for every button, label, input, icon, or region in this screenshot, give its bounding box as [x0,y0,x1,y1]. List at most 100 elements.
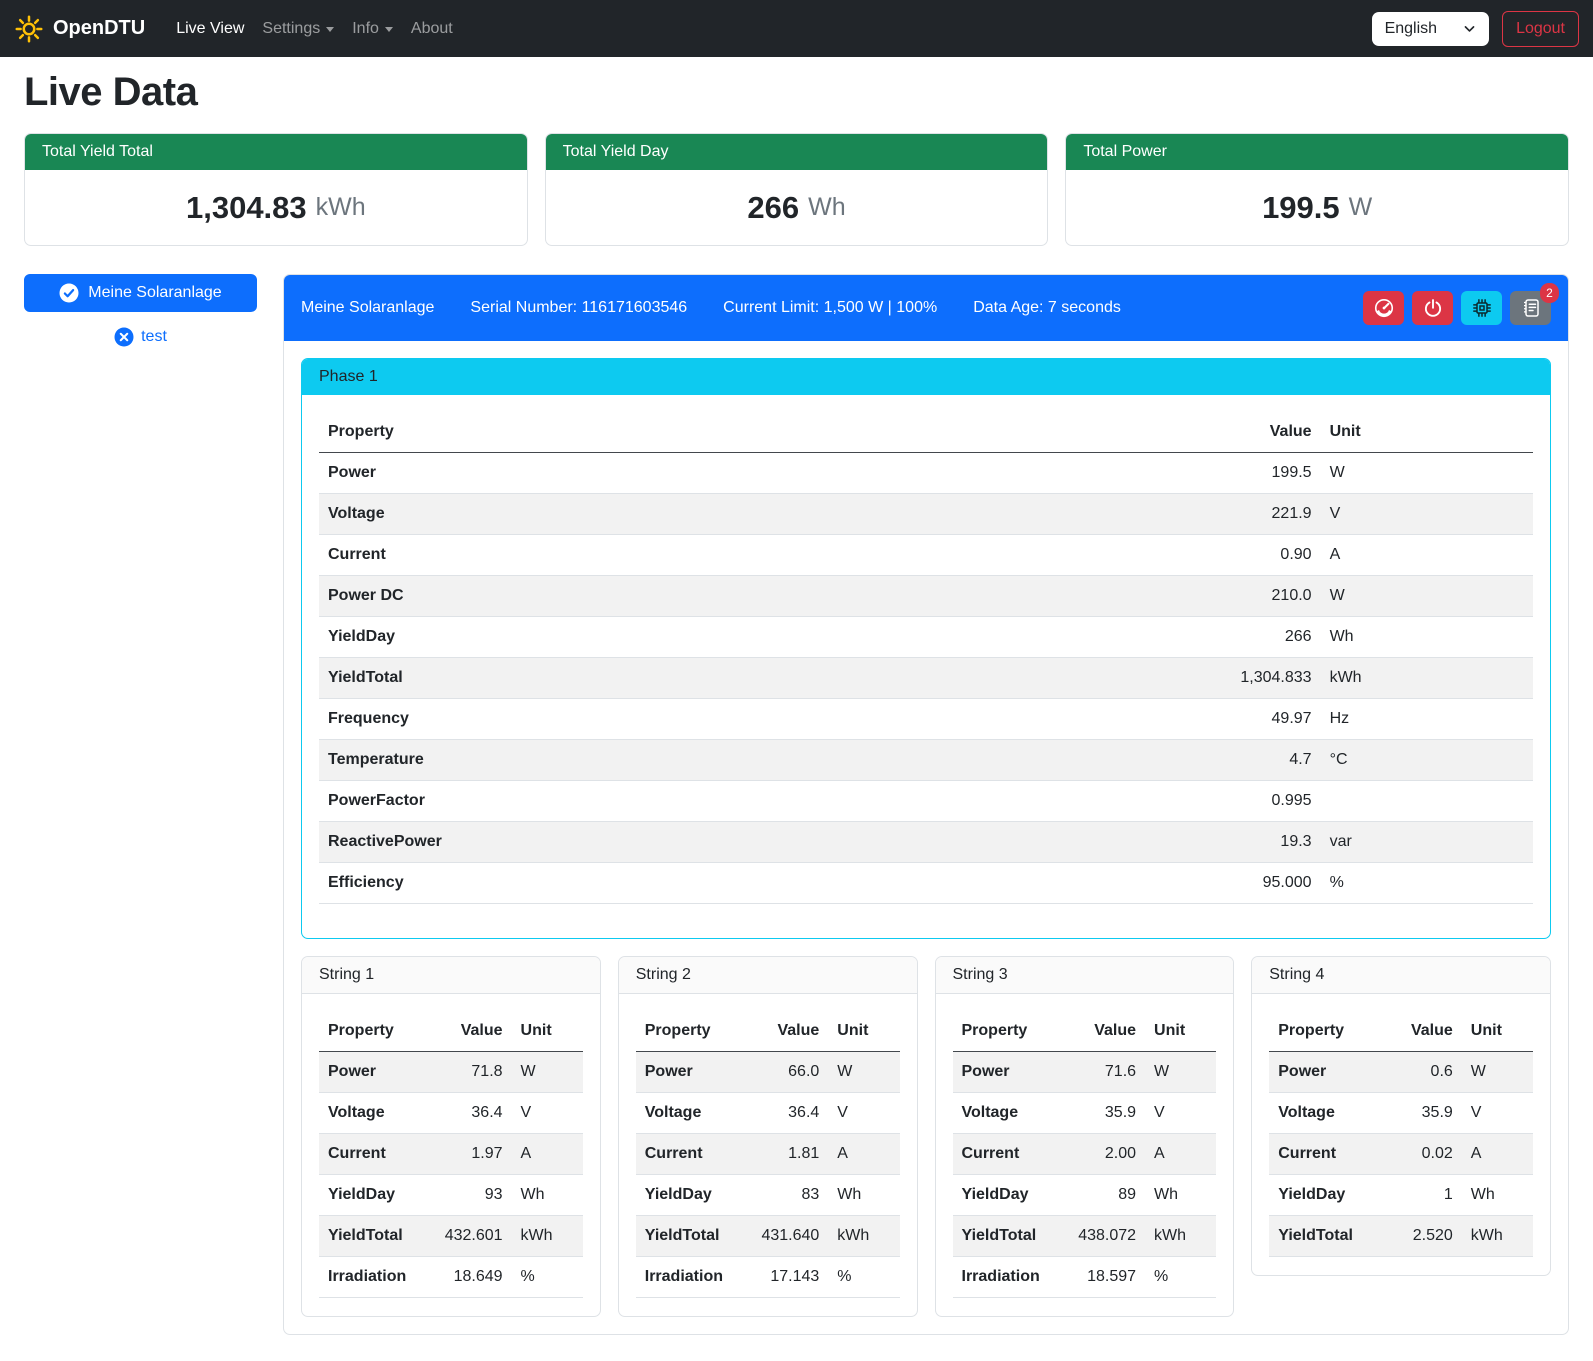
device-info-button[interactable] [1461,291,1502,325]
header-row: Property Value Unit [1269,1011,1533,1052]
unit-cell: W [512,1052,583,1093]
value-cell: 35.9 [1059,1093,1145,1134]
property-cell: Power [319,1052,426,1093]
chevron-down-icon [1463,22,1476,35]
inverter-limit: Current Limit: 1,500 W | 100% [723,299,937,317]
string-title: String 3 [936,957,1234,994]
property-cell: ReactivePower [319,822,1189,863]
table-row: Current 1.97 A [319,1134,583,1175]
sun-icon [14,14,44,44]
inverter-item-test[interactable]: test [24,327,257,347]
property-cell: Power [953,1052,1060,1093]
inverter-card-header: Meine Solaranlage Serial Number: 1161716… [284,275,1568,341]
card-unit: Wh [808,193,846,222]
string-table: Property Value Unit Power [1269,1011,1533,1257]
property-cell: Voltage [319,1093,426,1134]
card-value: 266 [747,190,799,226]
unit-cell: Wh [1145,1175,1216,1216]
unit-cell: var [1321,822,1533,863]
value-cell: 2.520 [1376,1216,1462,1257]
card-unit: W [1349,193,1373,222]
language-select[interactable]: English [1372,12,1489,46]
nav-item-live-view[interactable]: Live View [167,12,253,46]
string-1-card: String 1 Property Value Unit [301,956,601,1317]
value-cell: 71.8 [426,1052,512,1093]
value-cell: 49.97 [1189,699,1321,740]
table-head: Property Value Unit [636,1011,900,1052]
unit-cell: A [1145,1134,1216,1175]
string-table: Property Value Unit Power [953,1011,1217,1298]
table-row: YieldDay 93 Wh [319,1175,583,1216]
language-select-value: English [1385,20,1437,38]
event-log-button[interactable]: 2 [1510,291,1551,325]
string-table: Property Value Unit Power [636,1011,900,1298]
table-row: YieldTotal 438.072 kWh [953,1216,1217,1257]
strings-grid: String 1 Property Value Unit [301,956,1551,1317]
unit-cell: kWh [1145,1216,1216,1257]
col-unit: Unit [1462,1011,1533,1052]
limit-settings-button[interactable] [1363,291,1404,325]
table-row: ReactivePower 19.3 var [319,822,1533,863]
card-title: Total Power [1066,134,1568,170]
total-yield-total-card: Total Yield Total 1,304.83 kWh [24,133,528,246]
header-row: Property Value Unit [953,1011,1217,1052]
speedometer-icon [1374,298,1394,318]
unit-cell: W [1321,453,1533,494]
table-head: Property Value Unit [319,1011,583,1052]
nav-item-info[interactable]: Info [343,12,402,46]
value-cell: 432.601 [426,1216,512,1257]
property-cell: Current [1269,1134,1376,1175]
brand[interactable]: OpenDTU [14,14,145,44]
nav-item-settings[interactable]: Settings [253,12,343,46]
col-unit: Unit [512,1011,583,1052]
unit-cell: Wh [1321,617,1533,658]
unit-cell: A [512,1134,583,1175]
phase-body: Property Value Unit Power [302,395,1550,938]
nav-item-about[interactable]: About [402,12,462,46]
power-button[interactable] [1412,291,1453,325]
table-row: YieldTotal 431.640 kWh [636,1216,900,1257]
table-row: PowerFactor 0.995 [319,781,1533,822]
unit-cell: V [512,1093,583,1134]
unit-cell: kWh [1321,658,1533,699]
table-row: Current 2.00 A [953,1134,1217,1175]
col-unit: Unit [828,1011,899,1052]
col-property: Property [319,412,1189,453]
property-cell: YieldTotal [319,658,1189,699]
table-row: YieldDay 1 Wh [1269,1175,1533,1216]
property-cell: PowerFactor [319,781,1189,822]
string-3-card: String 3 Property Value Unit [935,956,1235,1317]
power-icon [1423,298,1443,318]
value-cell: 210.0 [1189,576,1321,617]
string-table-body: Power 66.0 W Voltage 36.4 V [636,1052,900,1298]
logout-button[interactable]: Logout [1502,11,1579,47]
nav-item-settings-label: Settings [262,20,320,38]
property-cell: YieldDay [319,1175,426,1216]
unit-cell: °C [1321,740,1533,781]
x-circle-icon [114,327,134,347]
col-value: Value [1189,412,1321,453]
col-value: Value [1376,1011,1462,1052]
value-cell: 1.97 [426,1134,512,1175]
inverter-data-age: Data Age: 7 seconds [973,299,1121,317]
table-row: YieldTotal 1,304.833 kWh [319,658,1533,699]
property-cell: YieldDay [953,1175,1060,1216]
unit-cell: A [1462,1134,1533,1175]
property-cell: Irradiation [319,1257,426,1298]
value-cell: 95.000 [1189,863,1321,904]
card-title: Total Yield Day [546,134,1048,170]
property-cell: Current [953,1134,1060,1175]
property-cell: Current [636,1134,743,1175]
table-row: Power 71.8 W [319,1052,583,1093]
property-cell: Frequency [319,699,1189,740]
inverter-card-body: Phase 1 Property Value Unit [284,341,1568,1334]
header-row: Property Value Unit [319,1011,583,1052]
unit-cell: W [828,1052,899,1093]
table-row: YieldDay 89 Wh [953,1175,1217,1216]
unit-cell: A [828,1134,899,1175]
navbar-right: English Logout [1372,11,1579,47]
property-cell: Power [636,1052,743,1093]
table-row: Voltage 35.9 V [1269,1093,1533,1134]
inverter-select-button[interactable]: Meine Solaranlage [24,274,257,312]
card-value: 1,304.83 [186,190,307,226]
